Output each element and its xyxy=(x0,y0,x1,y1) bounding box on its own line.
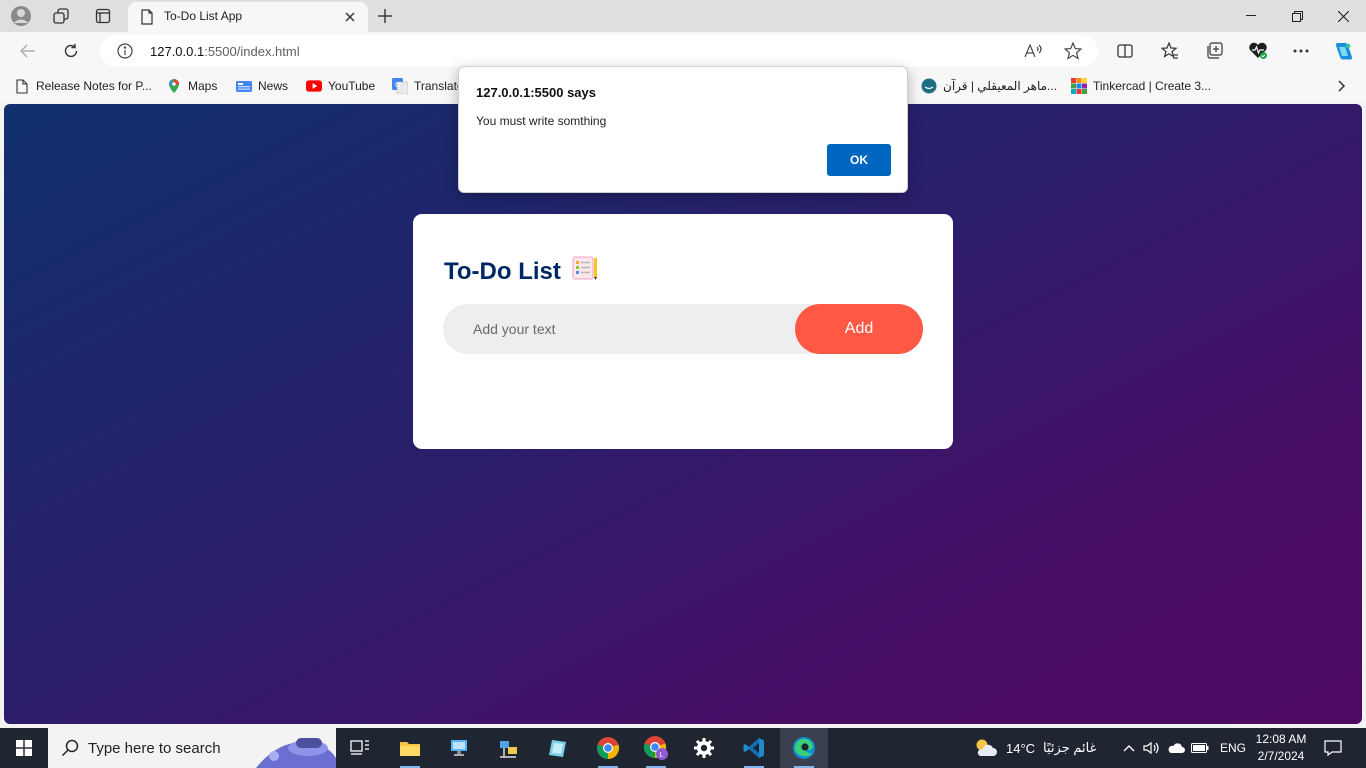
chevron-right-icon[interactable] xyxy=(1332,76,1352,96)
battery-icon[interactable] xyxy=(1188,743,1212,753)
todo-card: To-Do List Add xyxy=(413,214,953,449)
back-icon[interactable] xyxy=(13,37,43,65)
collections-icon[interactable] xyxy=(1199,37,1229,65)
svg-text:G: G xyxy=(395,82,400,89)
checklist-icon xyxy=(571,255,599,288)
tab-title: To-Do List App xyxy=(164,9,243,23)
close-window-icon[interactable] xyxy=(1320,0,1366,32)
search-placeholder: Type here to search xyxy=(88,740,221,757)
address-bar[interactable]: 127.0.0.1:5500/index.html xyxy=(100,35,1098,67)
edge-icon[interactable] xyxy=(780,728,828,768)
settings-more-icon[interactable] xyxy=(1286,37,1316,65)
document-icon xyxy=(14,78,30,94)
dialog-message: You must write somthing xyxy=(476,114,607,128)
add-button[interactable]: Add xyxy=(795,304,923,354)
network-app-icon[interactable] xyxy=(484,728,532,768)
onedrive-cloud-icon[interactable] xyxy=(1164,742,1188,754)
tab-strip: To-Do List App xyxy=(0,0,1366,32)
file-explorer-icon[interactable] xyxy=(386,728,434,768)
close-tab-icon[interactable] xyxy=(340,7,360,27)
this-pc-icon[interactable] xyxy=(436,728,484,768)
favorite-star-icon[interactable] xyxy=(1062,41,1084,61)
ok-button[interactable]: OK xyxy=(827,144,891,176)
quran-site-icon xyxy=(921,78,937,94)
vscode-icon[interactable] xyxy=(730,728,778,768)
page-viewport: To-Do List Add xyxy=(4,104,1362,724)
task-view-icon[interactable] xyxy=(336,728,384,768)
bookmark-tinkercad[interactable]: Tinkercad | Create 3... xyxy=(1071,76,1211,96)
workspaces-icon[interactable] xyxy=(48,4,74,28)
favorites-icon[interactable] xyxy=(1155,37,1185,65)
chrome-icon[interactable] xyxy=(584,728,632,768)
news-icon xyxy=(236,78,252,94)
bookmark-news[interactable]: News xyxy=(236,76,288,96)
bookmark-release-notes[interactable]: Release Notes for P... xyxy=(14,76,152,96)
copilot-icon[interactable] xyxy=(1328,37,1358,65)
tab-actions-icon[interactable] xyxy=(90,4,116,28)
bookmark-maps[interactable]: Maps xyxy=(166,76,217,96)
search-icon xyxy=(60,738,80,758)
clock-date: 2/7/2024 xyxy=(1257,749,1305,763)
app-title: To-Do List xyxy=(444,255,599,288)
bookmark-youtube[interactable]: YouTube xyxy=(306,76,375,96)
weather-condition: غائم جزئيًا xyxy=(1043,740,1097,755)
minimize-icon[interactable] xyxy=(1228,0,1274,32)
clock-time: 12:08 AM xyxy=(1255,732,1307,746)
split-screen-icon[interactable] xyxy=(1110,37,1140,65)
new-tab-icon[interactable] xyxy=(372,4,398,28)
page-icon xyxy=(138,8,156,26)
search-highlight-illustration xyxy=(256,738,336,768)
weather-temp: 14°C xyxy=(1006,740,1036,756)
chrome-profile-icon[interactable]: L xyxy=(632,728,680,768)
input-row: Add xyxy=(443,304,923,354)
url-text: 127.0.0.1:5500/index.html xyxy=(150,44,300,59)
windows-taskbar: Type here to search L 14°C غائم جزئيًا E… xyxy=(0,728,1366,768)
site-info-icon[interactable] xyxy=(116,42,134,60)
browser-essentials-icon[interactable] xyxy=(1243,37,1273,65)
chevron-up-icon[interactable] xyxy=(1120,744,1138,752)
bookmark-quran[interactable]: ماهر المعيقلي | قرآن... xyxy=(921,76,1057,96)
youtube-icon xyxy=(306,78,322,94)
system-tray: ENG xyxy=(1120,728,1246,768)
input-language[interactable]: ENG xyxy=(1220,741,1246,755)
dialog-title: 127.0.0.1:5500 says xyxy=(476,85,596,100)
toolbar: 127.0.0.1:5500/index.html xyxy=(0,32,1366,70)
refresh-icon[interactable] xyxy=(56,37,86,65)
volume-icon[interactable] xyxy=(1138,741,1164,755)
profile-avatar-icon[interactable] xyxy=(8,4,34,28)
system-clock[interactable]: 12:08 AM 2/7/2024 xyxy=(1254,731,1308,765)
settings-gear-icon[interactable] xyxy=(680,728,728,768)
notebook-app-icon[interactable] xyxy=(534,728,582,768)
restore-icon[interactable] xyxy=(1274,0,1320,32)
partly-cloudy-icon xyxy=(972,737,998,759)
bookmark-translate[interactable]: G Translate xyxy=(392,76,464,96)
notifications-icon[interactable] xyxy=(1318,728,1348,768)
task-input[interactable] xyxy=(443,304,803,354)
weather-widget[interactable]: 14°C غائم جزئيًا xyxy=(972,728,1096,768)
windows-start-icon[interactable] xyxy=(0,728,48,768)
tab-todo-app[interactable]: To-Do List App xyxy=(128,2,368,32)
translate-icon: G xyxy=(392,78,408,94)
read-aloud-icon[interactable] xyxy=(1022,41,1044,61)
alert-dialog: 127.0.0.1:5500 says You must write somth… xyxy=(458,66,908,193)
maps-icon xyxy=(166,78,182,94)
svg-text:L: L xyxy=(660,752,664,759)
tinkercad-icon xyxy=(1071,78,1087,94)
taskbar-search[interactable]: Type here to search xyxy=(48,728,336,768)
